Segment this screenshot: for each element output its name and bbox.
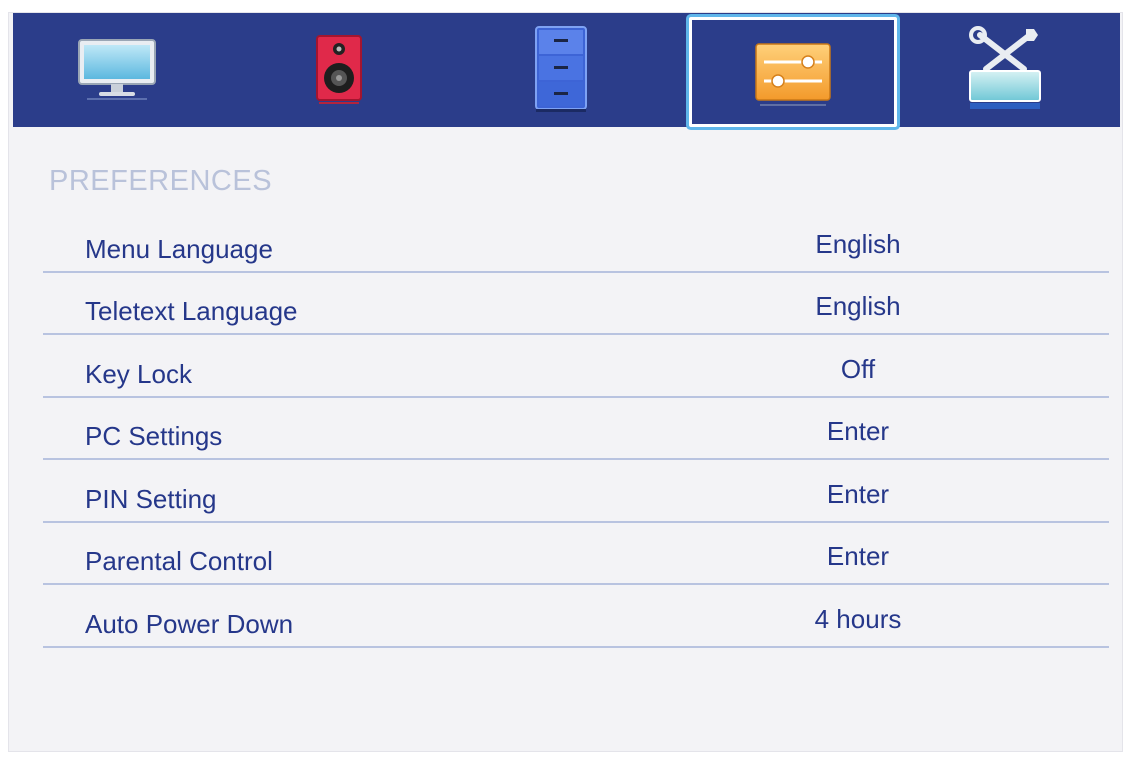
- setting-row-teletext-language[interactable]: Teletext Language English: [43, 273, 1109, 335]
- tab-sound[interactable]: [235, 13, 443, 127]
- settings-list: Menu Language English Teletext Language …: [43, 210, 1109, 648]
- setting-value: 4 hours: [814, 603, 902, 634]
- setting-row-key-lock[interactable]: Key Lock Off: [43, 335, 1109, 398]
- sliders-icon: [750, 34, 836, 110]
- setting-value: Off: [840, 353, 876, 384]
- setting-row-pc-settings[interactable]: PC Settings Enter: [43, 398, 1109, 460]
- tab-channel[interactable]: [457, 13, 665, 127]
- setting-value: English: [815, 291, 901, 321]
- setting-row-auto-power-down[interactable]: Auto Power Down 4 hours: [43, 585, 1109, 648]
- monitor-icon: [75, 34, 159, 106]
- setting-value: Enter: [826, 478, 890, 509]
- osd-menu: PREFERENCES Menu Language English Telete…: [8, 12, 1123, 752]
- setting-value: Enter: [826, 416, 890, 446]
- tab-bar: [13, 13, 1120, 127]
- cabinet-icon: [530, 25, 592, 115]
- setting-label: Key Lock: [85, 358, 192, 389]
- tab-preferences[interactable]: [689, 17, 897, 127]
- setting-row-parental-control[interactable]: Parental Control Enter: [43, 523, 1109, 585]
- setting-label: PC Settings: [85, 421, 223, 451]
- speaker-icon: [311, 32, 367, 108]
- setting-value: Enter: [826, 541, 890, 571]
- tools-icon: [962, 25, 1048, 115]
- tab-setup[interactable]: [901, 13, 1109, 127]
- setting-value: English: [815, 228, 901, 259]
- setting-label: Parental Control: [85, 546, 273, 576]
- setting-label: Auto Power Down: [85, 608, 294, 639]
- setting-row-menu-language[interactable]: Menu Language English: [43, 210, 1109, 273]
- section-title: PREFERENCES: [49, 165, 273, 197]
- tab-picture[interactable]: [13, 13, 221, 127]
- setting-row-pin-setting[interactable]: PIN Setting Enter: [43, 460, 1109, 523]
- setting-label: PIN Setting: [85, 483, 217, 514]
- setting-label: Teletext Language: [85, 296, 298, 326]
- setting-label: Menu Language: [85, 233, 273, 264]
